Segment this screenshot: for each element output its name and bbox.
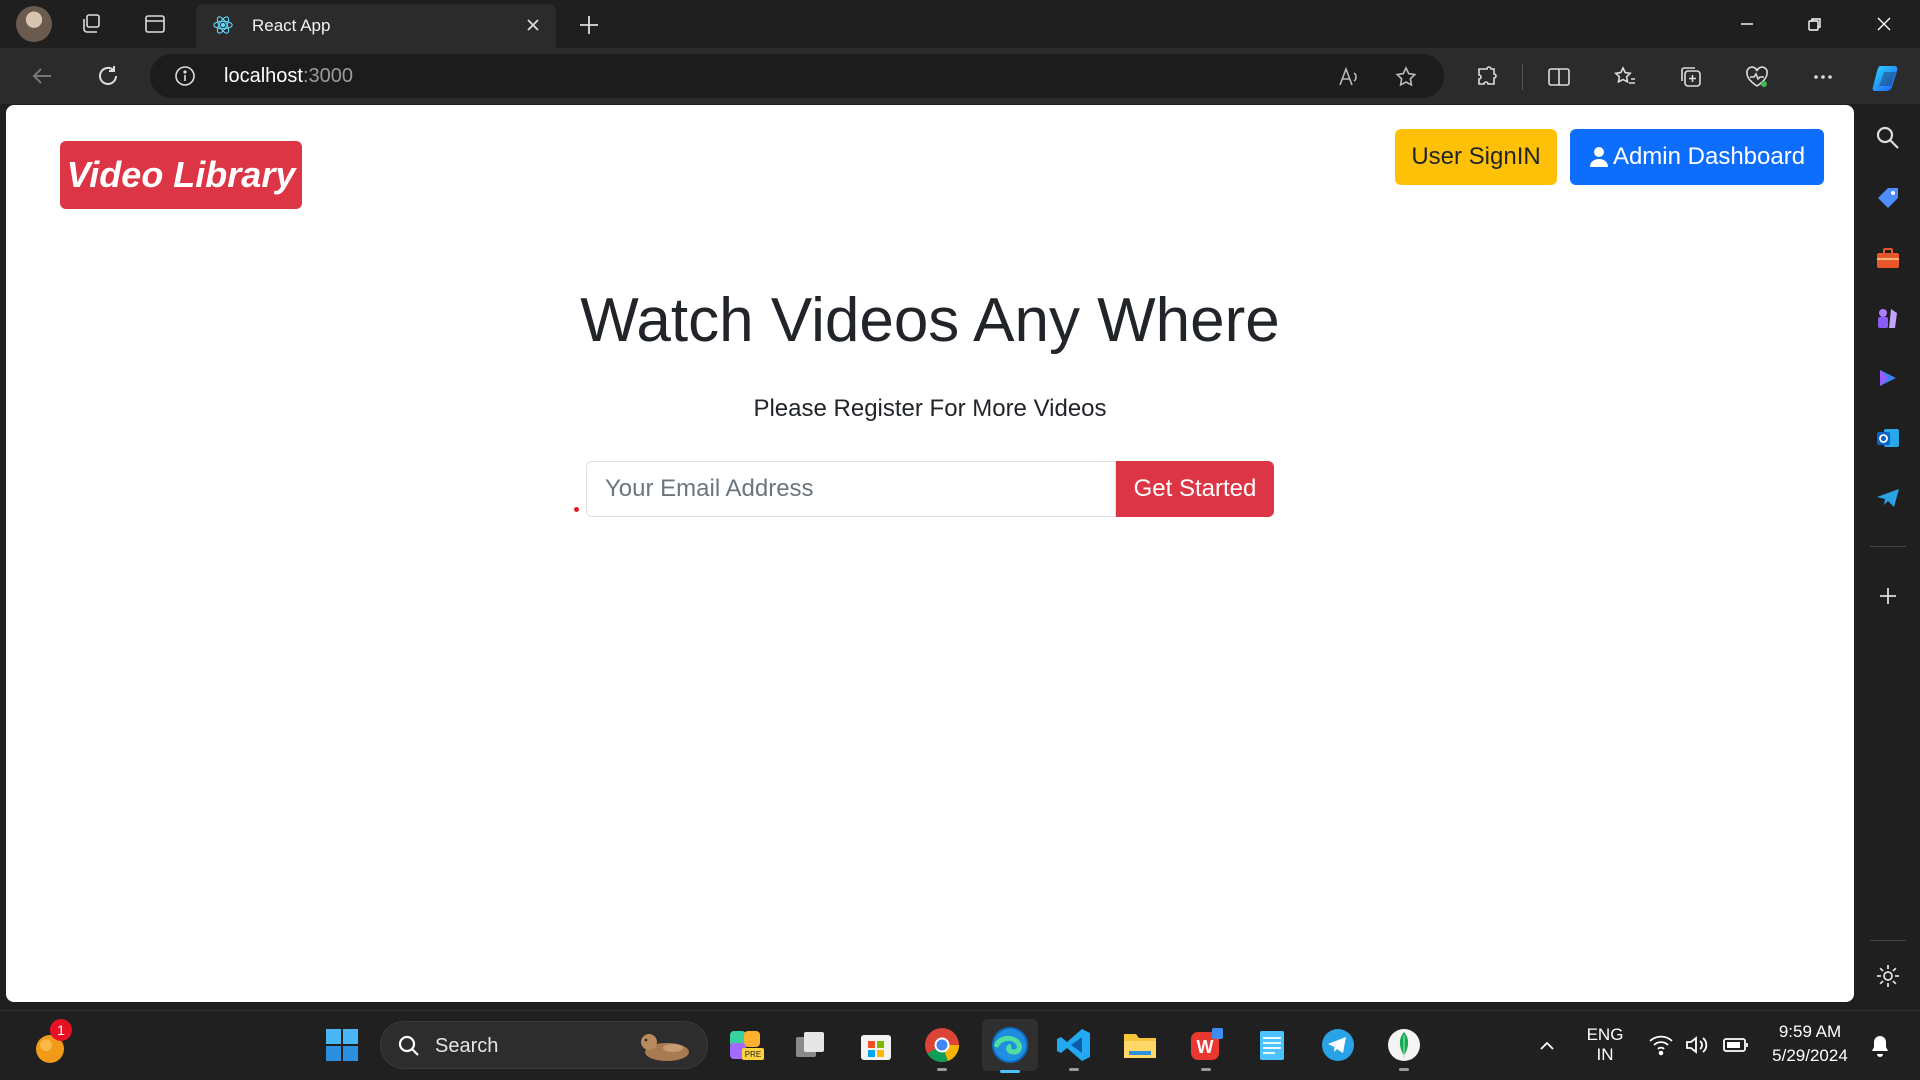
collections-icon[interactable] <box>1678 64 1704 90</box>
brand-logo[interactable]: Video Library <box>60 141 302 209</box>
notification-badge: 1 <box>50 1019 72 1041</box>
email-input[interactable] <box>586 461 1116 517</box>
more-options-icon[interactable] <box>1810 64 1836 90</box>
browser-sidebar <box>1856 104 1920 1010</box>
microsoft-store-icon[interactable] <box>856 1025 896 1065</box>
notepad-icon[interactable] <box>1252 1025 1292 1065</box>
telegram-send-icon[interactable] <box>1874 484 1902 512</box>
taskbar-search-label: Search <box>435 1035 499 1057</box>
tab-title: React App <box>252 16 331 35</box>
vscode-icon[interactable] <box>1054 1025 1094 1071</box>
address-bar[interactable]: localhost:3000 <box>150 54 1444 98</box>
clock-time: 9:59 AM <box>1778 1022 1842 1041</box>
admin-dashboard-button[interactable]: Admin Dashboard <box>1570 129 1824 185</box>
get-started-button[interactable]: Get Started <box>1116 461 1274 517</box>
site-info-icon[interactable] <box>174 65 196 87</box>
vertical-tabs-icon[interactable] <box>139 8 171 40</box>
person-icon <box>1589 147 1608 167</box>
search-highlight-otter-icon <box>641 1034 689 1061</box>
telegram-icon[interactable] <box>1318 1025 1358 1065</box>
taskbar-search-box[interactable]: Search <box>380 1021 708 1069</box>
language-indicator[interactable]: ENG IN <box>1582 1025 1628 1065</box>
clock-date: 5/29/2024 <box>1772 1046 1848 1065</box>
user-signin-button[interactable]: User SignIN <box>1395 129 1557 185</box>
clock[interactable]: 9:59 AM 5/29/2024 <box>1762 1022 1858 1066</box>
language-bottom: IN <box>1596 1045 1614 1064</box>
svg-text:W: W <box>1197 1037 1214 1057</box>
svg-text:PRE: PRE <box>745 1050 761 1059</box>
tools-briefcase-icon[interactable] <box>1874 244 1902 272</box>
taskbar-search-icon <box>398 1035 419 1056</box>
volume-icon[interactable] <box>1684 1033 1710 1057</box>
task-view-icon[interactable] <box>790 1025 830 1065</box>
battery-icon[interactable] <box>1722 1035 1750 1055</box>
mongodb-compass-icon[interactable] <box>1384 1025 1424 1071</box>
admin-dashboard-label: Admin Dashboard <box>1612 143 1806 170</box>
windows-taskbar: 1 Search PRE W ENG IN 9:59 AM 5/29/2024 <box>0 1010 1920 1080</box>
favorites-icon[interactable] <box>1612 64 1638 90</box>
edge-icon[interactable] <box>982 1019 1038 1073</box>
hero-subtitle: Please Register For More Videos <box>753 395 1107 422</box>
shopping-tag-icon[interactable] <box>1874 184 1902 212</box>
tab-react-app[interactable]: React App <box>196 4 556 48</box>
restore-icon[interactable] <box>1793 8 1837 40</box>
url-host: localhost <box>224 65 303 87</box>
toolbar-divider <box>1522 64 1523 90</box>
show-hidden-icons-chevron-up-icon[interactable] <box>1536 1035 1558 1057</box>
refresh-icon[interactable] <box>92 60 124 92</box>
mouse-cursor-dot <box>574 507 579 512</box>
games-icon[interactable] <box>1874 304 1902 332</box>
file-explorer-icon[interactable] <box>1120 1025 1160 1065</box>
url-text[interactable]: localhost:3000 <box>224 65 353 88</box>
language-top: ENG <box>1586 1025 1624 1044</box>
notification-bell-icon[interactable] <box>1868 1033 1892 1059</box>
copilot-icon[interactable] <box>1870 60 1906 96</box>
browser-essentials-icon[interactable] <box>1744 64 1770 90</box>
back-icon[interactable] <box>26 60 58 92</box>
profile-avatar[interactable] <box>16 6 52 42</box>
search-icon[interactable] <box>1874 124 1902 152</box>
sidebar-divider-bottom <box>1870 940 1906 941</box>
minimize-icon[interactable] <box>1725 8 1769 40</box>
read-aloud-icon[interactable] <box>1336 65 1360 89</box>
split-screen-icon[interactable] <box>1546 64 1572 90</box>
widgets-weather-icon[interactable]: 1 <box>28 1019 72 1069</box>
email-signup-group: Get Started <box>586 461 1274 517</box>
workspaces-icon[interactable] <box>76 8 108 40</box>
hero-title: Watch Videos Any Where <box>580 286 1280 355</box>
browser-title-bar: React App <box>0 0 1920 48</box>
browser-toolbar: localhost:3000 <box>0 48 1920 104</box>
extensions-icon[interactable] <box>1474 64 1500 90</box>
favorite-star-icon[interactable] <box>1394 65 1418 89</box>
copilot-sidebar-icon[interactable] <box>1874 364 1902 392</box>
close-tab-icon[interactable] <box>522 14 544 36</box>
copilot-pre-app-icon[interactable]: PRE <box>726 1025 766 1065</box>
react-logo-icon <box>213 16 233 34</box>
web-page: Video Library User SignIN Admin Dashboar… <box>6 105 1854 1002</box>
wps-office-icon[interactable]: W <box>1186 1025 1226 1071</box>
sidebar-divider <box>1870 546 1906 547</box>
sidebar-settings-icon[interactable] <box>1874 962 1902 990</box>
start-windows-icon[interactable] <box>322 1025 362 1065</box>
add-sidebar-app-icon[interactable] <box>1874 582 1902 610</box>
outlook-icon[interactable] <box>1874 424 1902 452</box>
new-tab-icon[interactable] <box>574 10 604 40</box>
close-window-icon[interactable] <box>1862 8 1906 40</box>
wifi-icon[interactable] <box>1648 1033 1674 1057</box>
url-port: :3000 <box>302 65 353 87</box>
chrome-icon[interactable] <box>922 1025 962 1071</box>
